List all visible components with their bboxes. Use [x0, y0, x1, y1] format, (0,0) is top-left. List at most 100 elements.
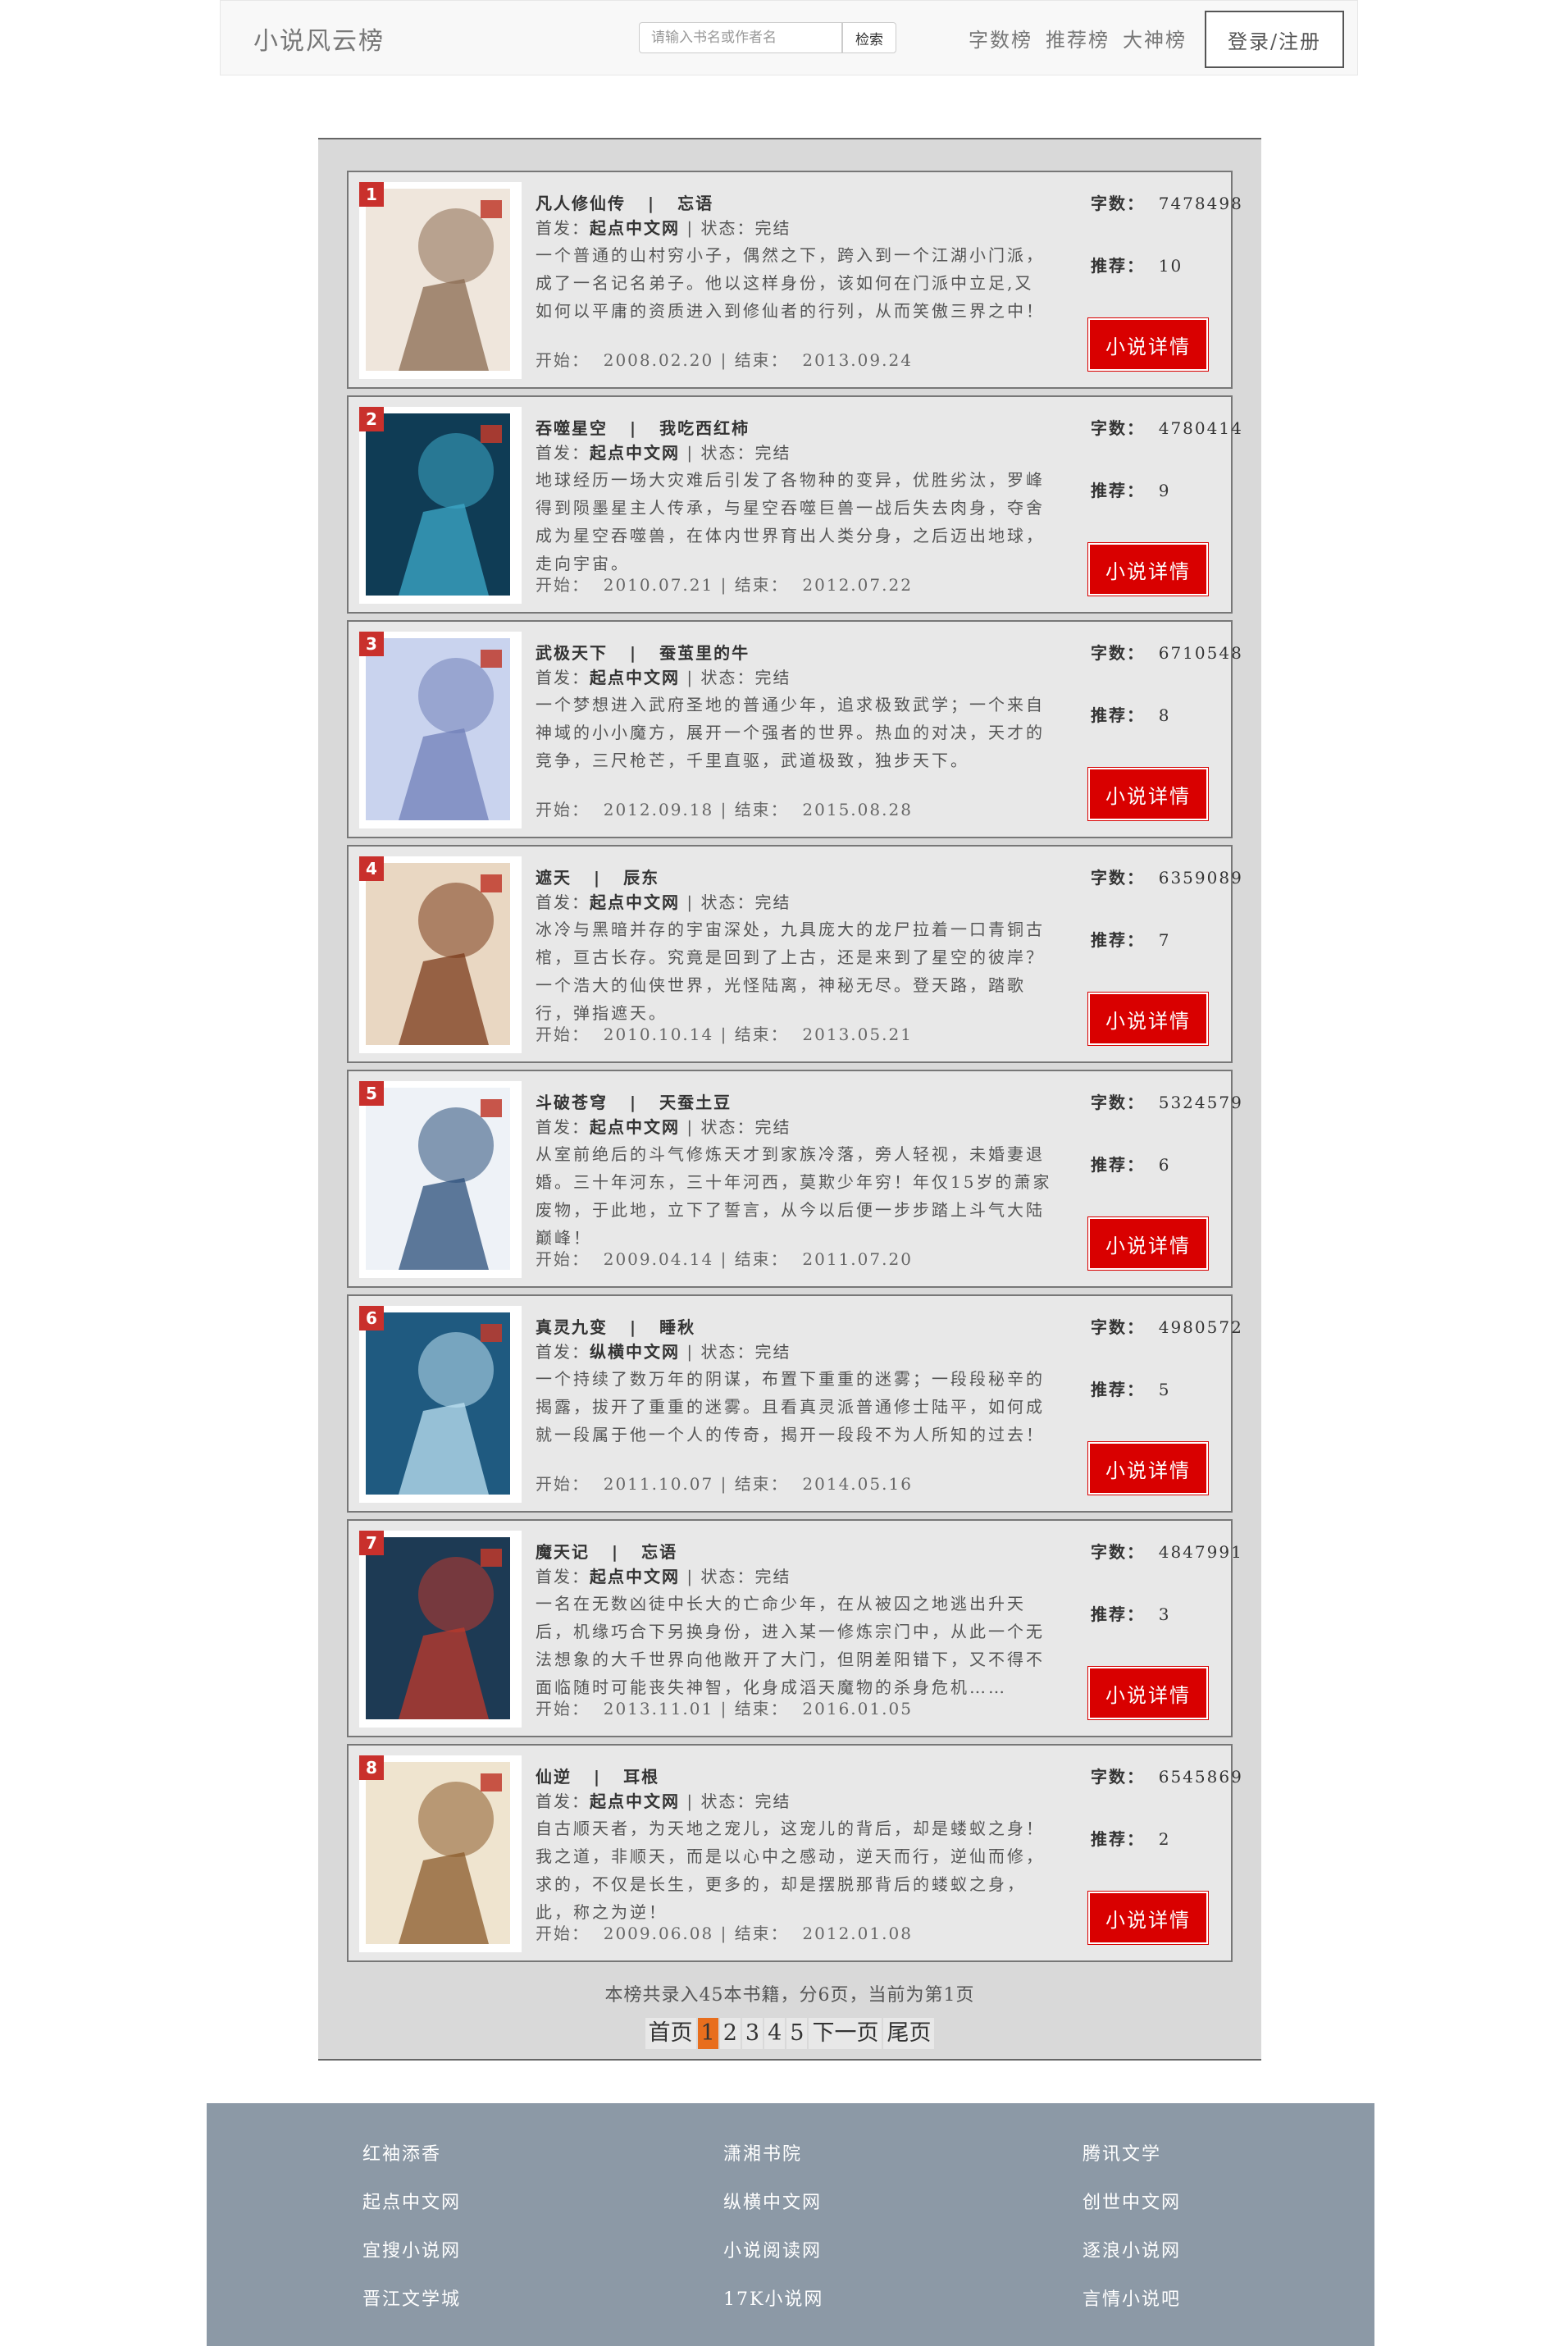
nav-master-rank[interactable]: 大神榜: [1123, 24, 1187, 52]
first-pub-label: 首发：: [536, 1791, 590, 1811]
book-title-line[interactable]: 斗破苍穹 | 天蚕土豆: [536, 1089, 732, 1113]
book-title-line[interactable]: 魔天记 | 忘语: [536, 1539, 677, 1563]
novel-detail-button[interactable]: 小说详情: [1087, 1891, 1209, 1945]
meta-separator: |: [680, 1791, 701, 1811]
search-input[interactable]: [639, 22, 842, 53]
book-cover-image[interactable]: [366, 1537, 510, 1719]
footer-link[interactable]: 言情小说吧: [1083, 2284, 1181, 2311]
pagination-summary: 本榜共录入45本书籍，分6页，当前为第1页: [604, 1985, 975, 2006]
site-brand[interactable]: 小说风云榜: [253, 21, 385, 57]
novel-detail-button[interactable]: 小说详情: [1087, 992, 1209, 1046]
book-author[interactable]: 忘语: [677, 194, 713, 213]
novel-detail-button[interactable]: 小说详情: [1087, 542, 1209, 596]
book-author[interactable]: 天蚕土豆: [659, 1093, 732, 1112]
end-date: 2016.01.05: [802, 1699, 913, 1718]
footer-link[interactable]: 17K小说网: [723, 2284, 823, 2311]
book-title[interactable]: 真灵九变: [536, 1317, 608, 1337]
footer-link[interactable]: 宜搜小说网: [362, 2236, 461, 2262]
book-title[interactable]: 吞噬星空: [536, 418, 608, 438]
book-author[interactable]: 忘语: [641, 1542, 677, 1562]
book-title[interactable]: 仙逆: [536, 1767, 572, 1787]
book-cover-frame: 3: [359, 632, 522, 828]
pager-item[interactable]: 尾页: [883, 2018, 935, 2049]
footer-link[interactable]: 纵横中文网: [723, 2188, 822, 2214]
book-meta: 首发：起点中文网 | 状态：完结: [536, 1788, 791, 1812]
end-date: 2013.09.24: [802, 350, 913, 370]
pager-item[interactable]: 下一页: [809, 2018, 882, 2049]
book-cover-image[interactable]: [366, 1762, 510, 1944]
rank-badge: 7: [359, 1531, 384, 1555]
novel-detail-button[interactable]: 小说详情: [1087, 1441, 1209, 1495]
book-author[interactable]: 耳根: [623, 1767, 659, 1787]
book-title[interactable]: 魔天记: [536, 1542, 590, 1562]
book-dates: 开始： 2008.02.20 | 结束： 2013.09.24: [536, 347, 913, 371]
login-register-button[interactable]: 登录/注册: [1205, 11, 1344, 68]
word-count-label: 字数：: [1091, 868, 1145, 888]
cover-seal: [481, 1099, 502, 1117]
book-title[interactable]: 斗破苍穹: [536, 1093, 608, 1112]
start-label: 开始：: [536, 1924, 590, 1943]
title-separator: |: [632, 194, 671, 213]
pager-item[interactable]: 1: [697, 2018, 718, 2049]
search-button[interactable]: 检索: [842, 22, 896, 53]
book-author[interactable]: 睡秋: [659, 1317, 695, 1337]
start-label: 开始：: [536, 1474, 590, 1494]
nav-recommend-rank[interactable]: 推荐榜: [1046, 24, 1110, 52]
book-title[interactable]: 凡人修仙传: [536, 194, 626, 213]
footer-link[interactable]: 小说阅读网: [723, 2236, 822, 2262]
book-card: 5 斗破苍穹 | 天蚕土豆 首发：起点中文网 | 状态：完结 从室前绝后的斗气修…: [347, 1070, 1242, 1288]
footer-link[interactable]: 腾讯文学: [1083, 2139, 1161, 2166]
novel-detail-button[interactable]: 小说详情: [1087, 317, 1209, 372]
pager-item[interactable]: 5: [786, 2018, 808, 2049]
book-cover-image[interactable]: [366, 638, 510, 820]
book-meta: 首发：起点中文网 | 状态：完结: [536, 1563, 791, 1587]
end-date: 2014.05.16: [802, 1474, 913, 1494]
meta-separator: |: [680, 892, 701, 912]
pager-item[interactable]: 首页: [645, 2018, 696, 2049]
book-status: 完结: [754, 218, 791, 238]
book-cover-image[interactable]: [366, 1088, 510, 1270]
cover-figure-head: [418, 658, 494, 733]
book-cover-image[interactable]: [366, 189, 510, 371]
book-author[interactable]: 辰东: [623, 868, 659, 888]
book-author[interactable]: 我吃西红柿: [659, 418, 750, 438]
book-meta: 首发：起点中文网 | 状态：完结: [536, 1114, 791, 1138]
status-label: 状态：: [700, 443, 755, 463]
novel-detail-button[interactable]: 小说详情: [1087, 767, 1209, 821]
recommend-value: 7: [1158, 930, 1171, 950]
book-title[interactable]: 武极天下: [536, 643, 608, 663]
novel-detail-button[interactable]: 小说详情: [1087, 1216, 1209, 1271]
first-pub-site: 起点中文网: [590, 892, 680, 912]
book-title-line[interactable]: 仙逆 | 耳根: [536, 1764, 659, 1787]
cover-figure-head: [418, 1107, 494, 1183]
footer-link[interactable]: 逐浪小说网: [1083, 2236, 1181, 2262]
footer-link[interactable]: 起点中文网: [362, 2188, 461, 2214]
book-title-line[interactable]: 吞噬星空 | 我吃西红柿: [536, 415, 750, 439]
footer-link[interactable]: 红袖添香: [362, 2139, 441, 2166]
book-title[interactable]: 遮天: [536, 868, 572, 888]
pager-item[interactable]: 2: [719, 2018, 741, 2049]
rank-badge: 5: [359, 1081, 384, 1106]
book-cover-image[interactable]: [366, 1312, 510, 1495]
pager-item[interactable]: 4: [764, 2018, 786, 2049]
book-author[interactable]: 蚕茧里的牛: [659, 643, 750, 663]
footer-link[interactable]: 潇湘书院: [723, 2139, 802, 2166]
book-title-line[interactable]: 凡人修仙传 | 忘语: [536, 190, 713, 214]
book-title-line[interactable]: 真灵九变 | 睡秋: [536, 1314, 695, 1338]
book-status: 完结: [754, 1567, 791, 1586]
recommend-label: 推荐：: [1091, 1829, 1145, 1849]
end-label: 结束：: [734, 1699, 789, 1718]
book-title-line[interactable]: 武极天下 | 蚕茧里的牛: [536, 640, 750, 664]
book-cover-image[interactable]: [366, 863, 510, 1045]
book-meta: 首发：起点中文网 | 状态：完结: [536, 440, 791, 463]
footer-link[interactable]: 晋江文学城: [362, 2284, 461, 2311]
book-title-line[interactable]: 遮天 | 辰东: [536, 865, 659, 888]
meta-separator: |: [680, 668, 701, 687]
book-cover-image[interactable]: [366, 413, 510, 596]
novel-detail-button[interactable]: 小说详情: [1087, 1666, 1209, 1720]
footer-link[interactable]: 创世中文网: [1083, 2188, 1181, 2214]
pager-item[interactable]: 3: [741, 2018, 763, 2049]
book-card: 3 武极天下 | 蚕茧里的牛 首发：起点中文网 | 状态：完结 一个梦想进入武府…: [347, 620, 1242, 838]
nav-word-count-rank[interactable]: 字数榜: [969, 24, 1032, 52]
first-pub-site: 起点中文网: [590, 1567, 680, 1586]
